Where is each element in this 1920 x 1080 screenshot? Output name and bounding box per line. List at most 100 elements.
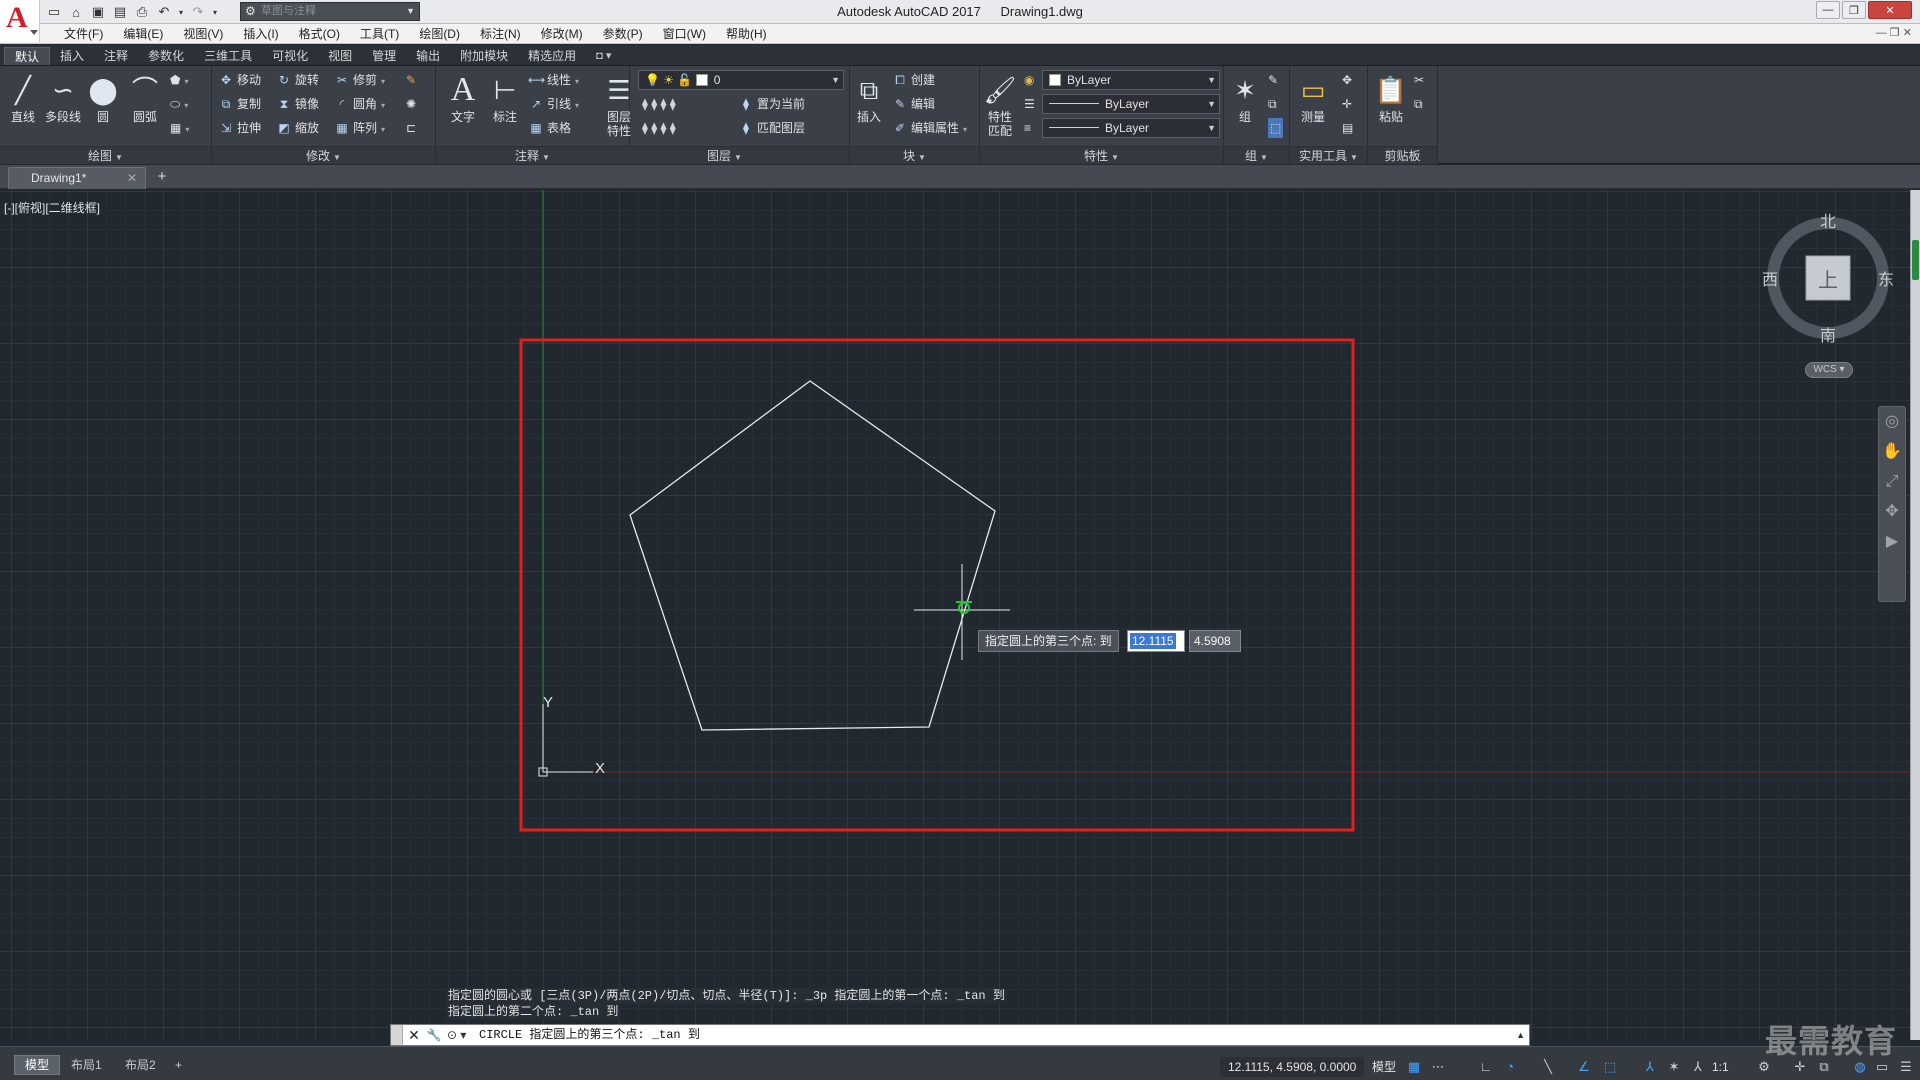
viewcube-north[interactable]: 北 (1820, 208, 1836, 232)
trim-button[interactable]: ✂ 修剪 ▾ (334, 70, 385, 90)
save-as-icon[interactable]: ▤ (110, 2, 130, 22)
move-button[interactable]: ✥ 移动 (218, 70, 261, 90)
circle-button[interactable]: ⬤ 圆 (84, 70, 122, 142)
edit-block-button[interactable]: ✎ 编辑 (892, 94, 935, 114)
redo-icon[interactable]: ↷ (188, 2, 208, 22)
copy-clip-icon[interactable]: ⧉ (1414, 94, 1423, 114)
utilities-panel-title[interactable]: 实用工具 ▼ (1290, 146, 1367, 164)
viewcube-east[interactable]: 东 (1878, 266, 1894, 290)
array-button[interactable]: ▦ 阵列 ▾ (334, 118, 385, 138)
tab-annotate[interactable]: 注释 (94, 47, 138, 65)
coordinate-readout[interactable]: 12.1115, 4.5908, 0.0000 (1220, 1057, 1365, 1077)
restore-button[interactable]: ❐ (1842, 1, 1866, 19)
group-button[interactable]: ✶ 组 (1226, 70, 1264, 142)
viewcube[interactable]: 北 南 西 东 上 (1760, 210, 1896, 346)
dynamic-input-y-field[interactable]: 4.5908 (1189, 630, 1241, 652)
menu-help[interactable]: 帮助(H) (716, 26, 777, 42)
create-block-button[interactable]: ⧠ 创建 (892, 70, 935, 90)
showmotion-icon[interactable]: ▶ (1879, 527, 1905, 557)
file-tab-drawing1[interactable]: Drawing1* ✕ (8, 167, 146, 189)
offset-icon[interactable]: ⊏ (406, 118, 416, 138)
wrench-icon[interactable]: 🔧 (425, 1026, 443, 1044)
clipboard-panel-title[interactable]: 剪贴板 (1368, 146, 1437, 164)
viewcube-south[interactable]: 南 (1820, 322, 1836, 346)
calculator-icon[interactable]: ▤ (1342, 118, 1353, 138)
tab-insert[interactable]: 插入 (50, 47, 94, 65)
leader-button[interactable]: ↗ 引线 ▾ (528, 94, 579, 114)
quick-select-icon[interactable]: ✥ (1342, 70, 1352, 90)
steering-wheel-icon[interactable]: ◎ (1879, 407, 1905, 437)
stretch-button[interactable]: ⇲ 拉伸 (218, 118, 261, 138)
tab-3d-tools[interactable]: 三维工具 (194, 47, 262, 65)
polyline-button[interactable]: ∽ 多段线 (44, 70, 82, 142)
drag-handle[interactable] (391, 1025, 403, 1045)
chevron-up-icon[interactable]: ▲ (1516, 1025, 1525, 1045)
tab-view[interactable]: 视图 (318, 47, 362, 65)
menu-file[interactable]: 文件(F) (54, 26, 113, 42)
ortho-icon[interactable]: ∟ (1476, 1057, 1496, 1077)
ungroup-icon[interactable]: ✎ (1268, 70, 1278, 90)
block-panel-title[interactable]: 块 ▼ (850, 146, 979, 164)
linetype-dropdown[interactable]: ByLayer ▼ (1042, 94, 1220, 114)
wcs-menu-button[interactable]: WCS ▾ (1805, 362, 1853, 378)
tab-visualize[interactable]: 可视化 (262, 47, 318, 65)
layout-tab-model[interactable]: 模型 (14, 1055, 61, 1075)
recent-commands-icon[interactable]: ⊙ ▾ (447, 1026, 473, 1044)
groups-panel-title[interactable]: 组 ▼ (1224, 146, 1289, 164)
menu-edit[interactable]: 编辑(E) (113, 26, 173, 42)
minimize-button[interactable]: — (1816, 1, 1840, 19)
menu-insert[interactable]: 插入(I) (233, 26, 288, 42)
arc-button[interactable]: ⌒ 圆弧 (126, 70, 164, 142)
viewcube-west[interactable]: 西 (1762, 266, 1778, 290)
tab-addins[interactable]: 附加模块 (450, 47, 518, 65)
print-icon[interactable]: ⎙ (132, 2, 152, 22)
save-icon[interactable]: ▣ (88, 2, 108, 22)
hatch-icon[interactable]: ▦ ▾ (170, 118, 189, 138)
menu-dimension[interactable]: 标注(N) (470, 26, 531, 42)
linetype-list-icon[interactable]: ☰ (1024, 94, 1035, 114)
redo-dropdown-icon[interactable]: ▾ (210, 2, 220, 22)
object-snap-tracking-icon[interactable]: ∠ (1574, 1057, 1594, 1077)
match-layer-button[interactable]: ⧫ 匹配图层 (738, 118, 805, 138)
workspace-selector[interactable]: ⚙ 草图与注释 ▼ (240, 2, 420, 21)
ellipse-icon[interactable]: ⬭ ▾ (170, 94, 188, 114)
insert-block-button[interactable]: ⧉ 插入 (850, 70, 888, 142)
close-button[interactable]: ✕ (1868, 1, 1912, 19)
properties-panel-title[interactable]: 特性 ▼ (980, 146, 1223, 164)
tab-parametric[interactable]: 参数化 (138, 47, 194, 65)
layer-tool-icons-row2[interactable]: ⧫ ⧫ ⧫ ⧫ (642, 118, 676, 138)
close-icon[interactable]: ✕ (405, 1026, 423, 1044)
dimension-button[interactable]: ⊢ 标注 (486, 70, 524, 142)
measure-button[interactable]: ▭ 测量 (1294, 70, 1332, 142)
orbit-icon[interactable]: ✥ (1879, 497, 1905, 527)
command-line[interactable]: ✕ 🔧 ⊙ ▾ CIRCLE 指定圆上的第三个点: _tan 到 ▲ (390, 1024, 1530, 1046)
mirror-button[interactable]: ⧗ 镜像 (276, 94, 319, 114)
erase-icon[interactable]: ✎ (406, 70, 416, 90)
customization-menu-icon[interactable]: ☰ (1896, 1057, 1916, 1077)
drawing-canvas[interactable]: [-][俯视][二维线框] Y X 指定圆上的第三个点: 到 12.1115 4… (0, 190, 1910, 1040)
text-button[interactable]: A 文字 (444, 70, 482, 142)
polar-icon[interactable]: ◔ (1500, 1057, 1520, 1077)
match-properties-button[interactable]: 🖌 特性 匹配 (982, 70, 1018, 142)
menu-tools[interactable]: 工具(T) (350, 26, 409, 42)
layer-properties-button[interactable]: ☰ 图层 特性 (602, 70, 636, 142)
isodraft-icon[interactable]: ╲ (1538, 1057, 1558, 1077)
pan-hand-icon[interactable]: ✋ (1879, 437, 1905, 467)
zoom-icon[interactable]: ⤢ (1879, 467, 1905, 497)
fillet-button[interactable]: ◜ 圆角 ▾ (334, 94, 385, 114)
paste-button[interactable]: 📋 粘贴 (1372, 70, 1410, 142)
ribbon-display-toggle-icon[interactable]: ◘ ▾ (586, 47, 621, 65)
lineweight-dropdown[interactable]: ByLayer ▼ (1042, 118, 1220, 138)
tab-featured-apps[interactable]: 精选应用 (518, 47, 586, 65)
close-icon[interactable]: ✕ (127, 168, 137, 188)
cut-icon[interactable]: ✂ (1414, 70, 1424, 90)
linear-button[interactable]: ⟷ 线性 ▾ (528, 70, 579, 90)
tab-manage[interactable]: 管理 (362, 47, 406, 65)
tab-output[interactable]: 输出 (406, 47, 450, 65)
modify-panel-title[interactable]: 修改 ▼ (212, 146, 435, 164)
layout-tab-layout1[interactable]: 布局1 (60, 1055, 113, 1075)
snap-icon[interactable]: ⋯ (1428, 1057, 1448, 1077)
menu-parametric[interactable]: 参数(P) (593, 26, 653, 42)
table-button[interactable]: ▦ 表格 (528, 118, 571, 138)
color-dropdown[interactable]: ByLayer ▼ (1042, 70, 1220, 90)
